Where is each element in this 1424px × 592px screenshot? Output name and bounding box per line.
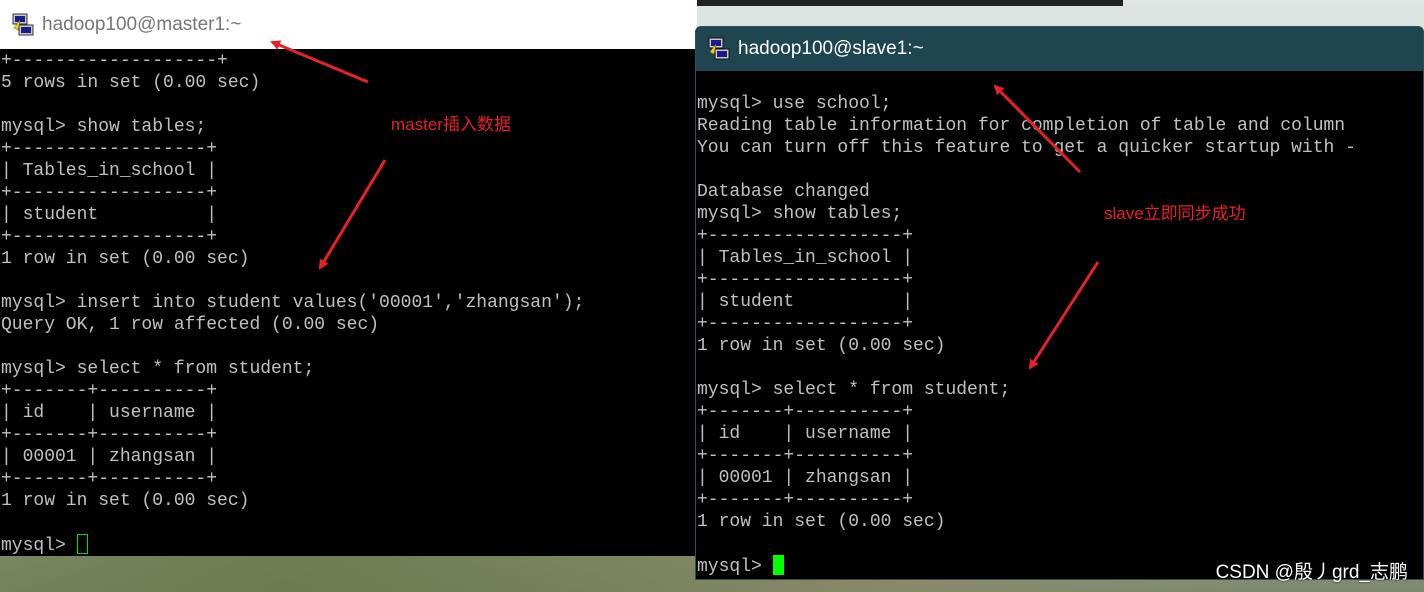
master-annotation: master插入数据 bbox=[391, 115, 511, 134]
arrow-to-master-title bbox=[270, 40, 369, 84]
arrow-to-master-insert bbox=[318, 159, 387, 270]
arrow-to-slave-select bbox=[1028, 261, 1100, 370]
csdn-watermark: CSDN @殷丿grd_志鹏 bbox=[1215, 562, 1408, 583]
annotation-arrows bbox=[270, 40, 1100, 370]
arrow-to-slave-title bbox=[993, 84, 1082, 174]
slave-annotation: slave立即同步成功 bbox=[1104, 204, 1246, 223]
